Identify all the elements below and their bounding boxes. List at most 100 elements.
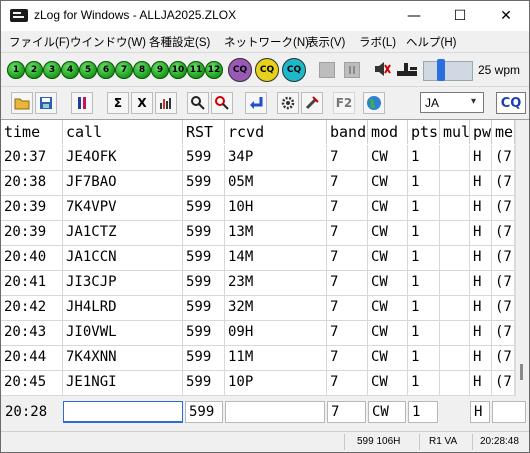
speed-slider-track[interactable] bbox=[423, 61, 473, 81]
menu-window[interactable]: ウインドウ(W) bbox=[70, 34, 146, 50]
cell-pts[interactable]: 1 bbox=[408, 295, 440, 320]
table-row[interactable]: 20:39 7K4VPV 599 10H 7 CW 1 H (7 bbox=[1, 195, 515, 221]
cell-mod[interactable]: CW bbox=[368, 320, 408, 345]
cell-rst[interactable]: 599 bbox=[183, 370, 225, 395]
cell-time[interactable]: 20:42 bbox=[1, 295, 63, 320]
cell-pts[interactable]: 1 bbox=[408, 220, 440, 245]
search-red-icon[interactable] bbox=[211, 92, 233, 114]
paddle-icon[interactable] bbox=[396, 60, 418, 78]
cell-time[interactable]: 20:39 bbox=[1, 195, 63, 220]
bar-chart-icon[interactable] bbox=[155, 92, 177, 114]
cell-me[interactable]: (7 bbox=[492, 245, 515, 270]
cw-message-button-2[interactable]: 2 bbox=[25, 61, 43, 79]
cw-message-button-7[interactable]: 7 bbox=[115, 61, 133, 79]
column-header-pts[interactable]: pts bbox=[408, 120, 440, 144]
cell-mod[interactable]: CW bbox=[368, 170, 408, 195]
cell-band[interactable]: 7 bbox=[327, 320, 368, 345]
cell-mul[interactable] bbox=[440, 270, 470, 295]
cell-pts[interactable]: 1 bbox=[408, 170, 440, 195]
cell-band[interactable]: 7 bbox=[327, 195, 368, 220]
cell-pts[interactable]: 1 bbox=[408, 270, 440, 295]
cell-call[interactable]: JE4OFK bbox=[63, 145, 183, 170]
cell-pts[interactable]: 1 bbox=[408, 145, 440, 170]
cw-message-button-4[interactable]: 4 bbox=[61, 61, 79, 79]
table-row[interactable]: 20:44 7K4XNN 599 11M 7 CW 1 H (7 bbox=[1, 345, 515, 371]
close-button[interactable]: ✕ bbox=[483, 1, 529, 31]
cell-band[interactable]: 7 bbox=[327, 345, 368, 370]
f2-icon[interactable]: F2 bbox=[333, 92, 355, 114]
cq-button-3[interactable]: CQ bbox=[282, 58, 306, 82]
cell-call[interactable]: JE1NGI bbox=[63, 370, 183, 395]
cell-mul[interactable] bbox=[440, 145, 470, 170]
cell-me[interactable]: (7 bbox=[492, 270, 515, 295]
cell-pw[interactable]: H bbox=[470, 170, 492, 195]
table-row[interactable]: 20:41 JI3CJP 599 23M 7 CW 1 H (7 bbox=[1, 270, 515, 296]
open-folder-icon[interactable] bbox=[11, 92, 33, 114]
speed-slider-thumb[interactable] bbox=[437, 59, 445, 81]
vertical-scrollbar[interactable] bbox=[515, 120, 529, 396]
cell-me[interactable]: (7 bbox=[492, 145, 515, 170]
search-icon[interactable] bbox=[187, 92, 209, 114]
cw-message-button-10[interactable]: 10 bbox=[169, 61, 187, 79]
table-row[interactable]: 20:43 JI0VWL 599 09H 7 CW 1 H (7 bbox=[1, 320, 515, 346]
menu-file[interactable]: ファイル(F) bbox=[9, 34, 70, 50]
pause-icon[interactable] bbox=[344, 62, 360, 78]
cell-me[interactable]: (7 bbox=[492, 220, 515, 245]
menu-settings[interactable]: 各種設定(S) bbox=[149, 34, 210, 50]
table-row[interactable]: 20:37 JE4OFK 599 34P 7 CW 1 H (7 bbox=[1, 145, 515, 171]
globe-icon[interactable] bbox=[363, 92, 385, 114]
cell-mul[interactable] bbox=[440, 345, 470, 370]
qso-log-grid[interactable]: time call RST rcvd band mod pts mul pw m… bbox=[1, 119, 529, 396]
cell-call[interactable]: JA1CTZ bbox=[63, 220, 183, 245]
cell-mod[interactable]: CW bbox=[368, 345, 408, 370]
cell-rcvd[interactable]: 09H bbox=[225, 320, 327, 345]
cell-mul[interactable] bbox=[440, 170, 470, 195]
cell-call[interactable]: 7K4XNN bbox=[63, 345, 183, 370]
cell-rcvd[interactable]: 34P bbox=[225, 145, 327, 170]
cell-me[interactable]: (7 bbox=[492, 170, 515, 195]
cw-message-button-1[interactable]: 1 bbox=[7, 61, 25, 79]
column-header-me[interactable]: me bbox=[492, 120, 515, 144]
cell-rst[interactable]: 599 bbox=[183, 295, 225, 320]
cw-message-button-8[interactable]: 8 bbox=[133, 61, 151, 79]
cell-rcvd[interactable]: 13M bbox=[225, 220, 327, 245]
x-icon[interactable]: X bbox=[131, 92, 153, 114]
cell-rcvd[interactable]: 11M bbox=[225, 345, 327, 370]
menu-network[interactable]: ネットワーク(N) bbox=[224, 34, 309, 50]
cell-mod[interactable]: CW bbox=[368, 245, 408, 270]
points-input[interactable]: 1 bbox=[408, 401, 438, 423]
column-header-call[interactable]: call bbox=[63, 120, 183, 144]
cell-time[interactable]: 20:44 bbox=[1, 345, 63, 370]
cell-call[interactable]: JF7BAO bbox=[63, 170, 183, 195]
cw-message-button-5[interactable]: 5 bbox=[79, 61, 97, 79]
cell-time[interactable]: 20:38 bbox=[1, 170, 63, 195]
cell-pts[interactable]: 1 bbox=[408, 195, 440, 220]
stop-icon[interactable] bbox=[319, 62, 335, 78]
cell-band[interactable]: 7 bbox=[327, 270, 368, 295]
cell-rst[interactable]: 599 bbox=[183, 220, 225, 245]
cell-time[interactable]: 20:45 bbox=[1, 370, 63, 395]
cell-rst[interactable]: 599 bbox=[183, 345, 225, 370]
cell-mod[interactable]: CW bbox=[368, 195, 408, 220]
menu-help[interactable]: ヘルプ(H) bbox=[406, 34, 456, 50]
maximize-button[interactable]: ☐ bbox=[437, 1, 483, 31]
gear-icon[interactable] bbox=[277, 92, 299, 114]
cw-message-button-11[interactable]: 11 bbox=[187, 61, 205, 79]
cell-rst[interactable]: 599 bbox=[183, 245, 225, 270]
cell-rcvd[interactable]: 23M bbox=[225, 270, 327, 295]
cell-rcvd[interactable]: 32M bbox=[225, 295, 327, 320]
column-header-rcvd[interactable]: rcvd bbox=[225, 120, 327, 144]
mute-icon[interactable] bbox=[372, 59, 392, 79]
cell-call[interactable]: JA1CCN bbox=[63, 245, 183, 270]
cell-rst[interactable]: 599 bbox=[183, 270, 225, 295]
cq-button-2[interactable]: CQ bbox=[255, 58, 279, 82]
band-input[interactable]: 7 bbox=[327, 401, 366, 423]
cell-time[interactable]: 20:39 bbox=[1, 220, 63, 245]
cell-mod[interactable]: CW bbox=[368, 370, 408, 395]
cell-mul[interactable] bbox=[440, 320, 470, 345]
column-header-mul[interactable]: mul bbox=[440, 120, 470, 144]
table-row[interactable]: 20:38 JF7BAO 599 05M 7 CW 1 H (7 bbox=[1, 170, 515, 196]
table-row[interactable]: 20:40 JA1CCN 599 14M 7 CW 1 H (7 bbox=[1, 245, 515, 271]
cell-me[interactable]: (7 bbox=[492, 345, 515, 370]
minimize-button[interactable]: — bbox=[391, 1, 437, 31]
